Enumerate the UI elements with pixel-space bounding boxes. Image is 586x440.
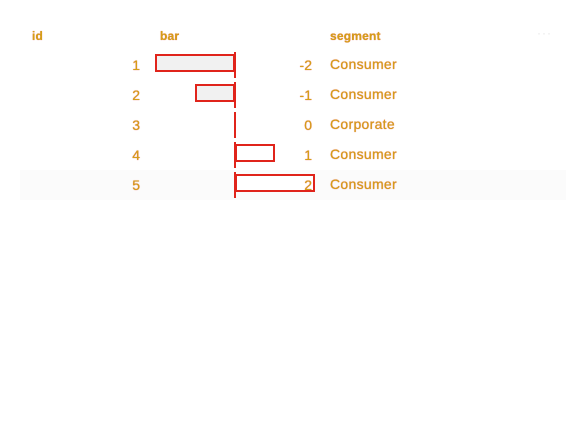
table-header: id bar segment ··· [20, 22, 566, 50]
table-row: 1 -2 Consumer [20, 50, 566, 80]
cell-value: 1 [304, 147, 312, 163]
more-options-icon[interactable]: ··· [537, 26, 552, 40]
table-row: 5 2 Consumer [20, 170, 566, 200]
value-bar [235, 174, 315, 192]
cell-id: 3 [132, 117, 140, 133]
table-row: 3 0 Corporate [20, 110, 566, 140]
bar-cell [154, 50, 314, 80]
cell-id: 2 [132, 87, 140, 103]
bar-cell [154, 110, 314, 140]
value-bar [195, 84, 235, 102]
column-header-bar[interactable]: bar [160, 29, 179, 43]
cell-value: 0 [304, 117, 312, 133]
table-row: 2 -1 Consumer [20, 80, 566, 110]
column-header-segment[interactable]: segment [330, 29, 381, 43]
bar-cell [154, 170, 315, 200]
cell-id: 4 [132, 147, 140, 163]
value-bar [235, 144, 275, 162]
data-table: id bar segment ··· 1 -2 Consumer 2 -1 Co… [20, 22, 566, 200]
cell-value: -2 [299, 57, 312, 73]
cell-segment: Consumer [330, 176, 397, 192]
bar-cell [154, 80, 314, 110]
cell-id: 5 [132, 177, 140, 193]
zero-axis-line [234, 112, 236, 138]
cell-segment: Consumer [330, 146, 397, 162]
cell-value: -1 [299, 87, 312, 103]
cell-value: 2 [304, 177, 312, 193]
cell-segment: Consumer [330, 86, 397, 102]
value-bar [155, 54, 235, 72]
bar-cell [154, 140, 314, 170]
cell-segment: Consumer [330, 56, 397, 72]
cell-id: 1 [132, 57, 140, 73]
cell-segment: Corporate [330, 116, 395, 132]
column-header-id[interactable]: id [32, 29, 43, 43]
table-row: 4 1 Consumer [20, 140, 566, 170]
